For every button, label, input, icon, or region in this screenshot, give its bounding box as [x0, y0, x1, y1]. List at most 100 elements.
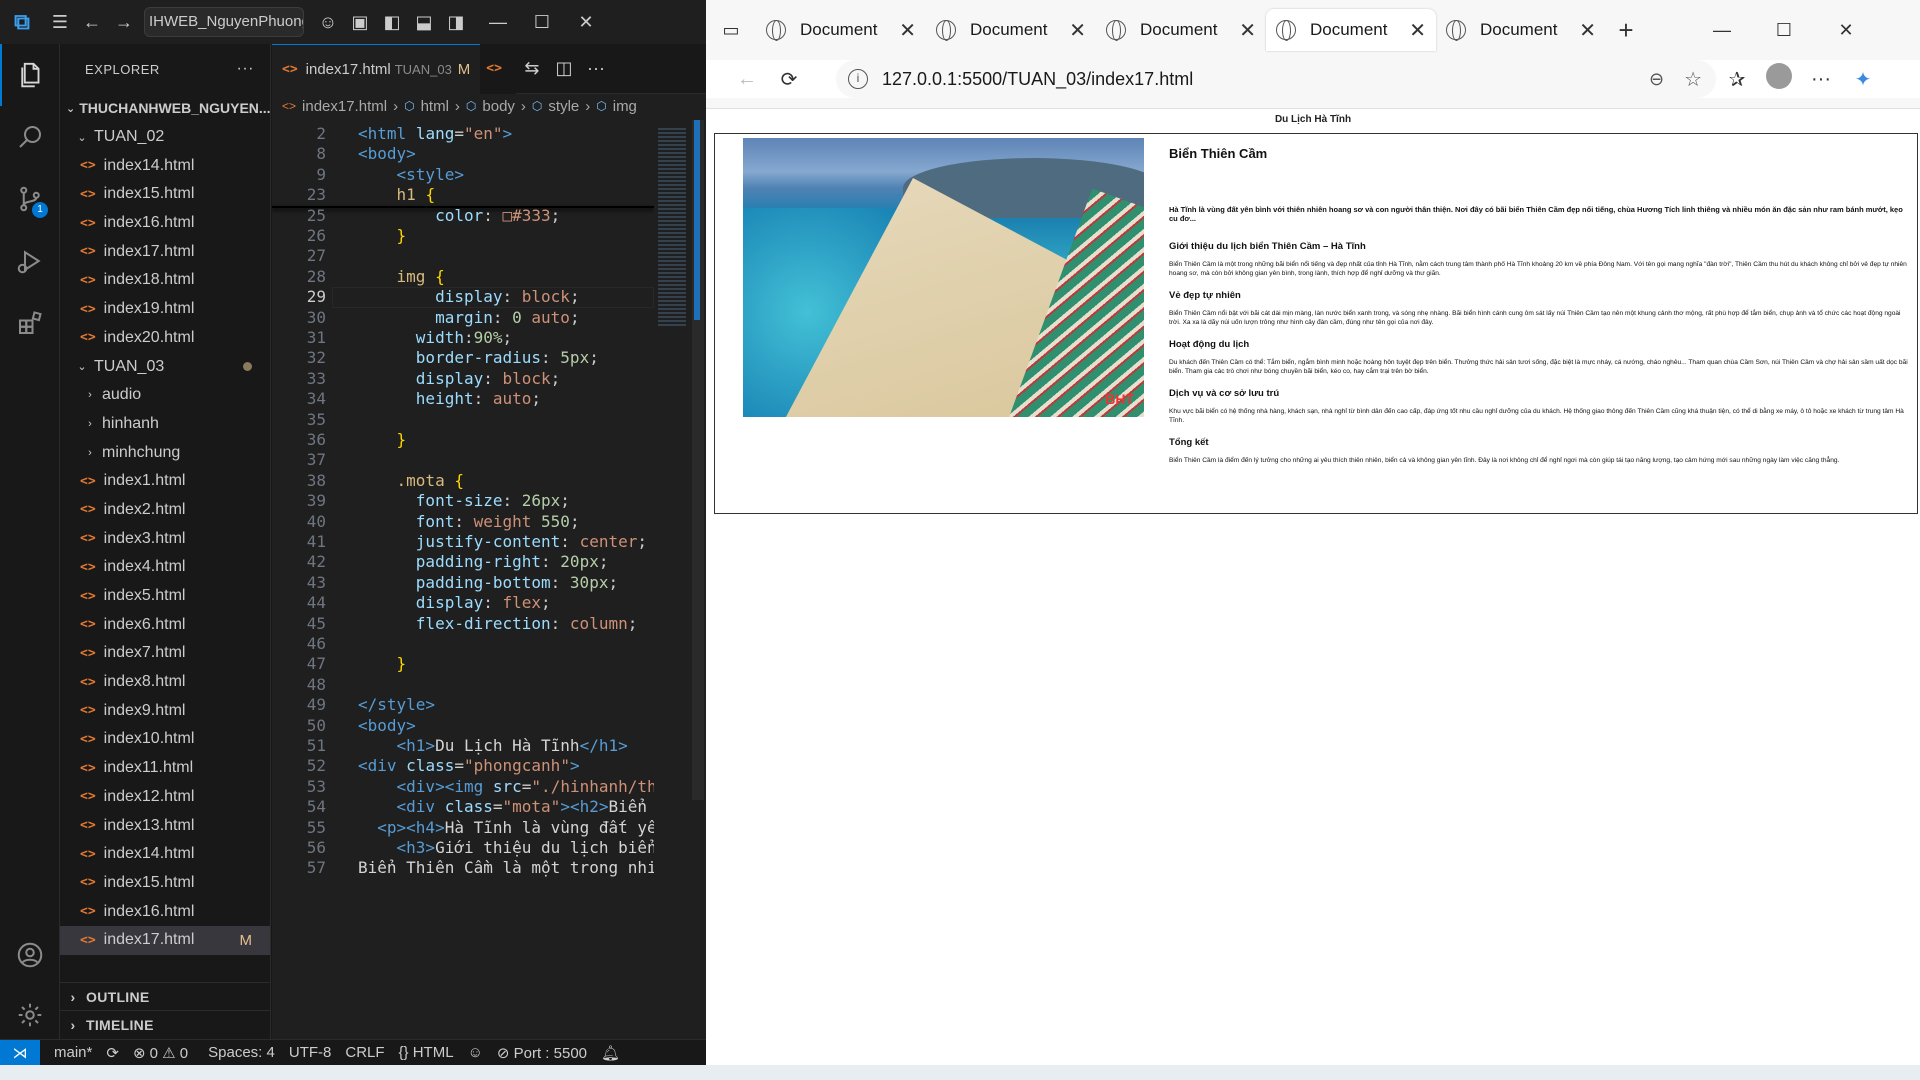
- settings-more-icon[interactable]: ···: [1800, 68, 1842, 91]
- tree-file[interactable]: <> index9.html: [60, 696, 270, 725]
- live-server-port[interactable]: ⊘ Port : 5500: [497, 1044, 587, 1062]
- code-line[interactable]: display: flex;: [358, 593, 551, 612]
- code-line[interactable]: color: □#333;: [358, 206, 560, 225]
- favorites-icon[interactable]: ✰: [1716, 67, 1758, 92]
- tab-actions-icon[interactable]: ▭: [706, 14, 756, 46]
- tree-file[interactable]: <> index1.html: [60, 467, 270, 496]
- tree-file[interactable]: <> index19.html: [60, 295, 270, 324]
- notifications-icon[interactable]: 🔔︎: [601, 1044, 620, 1062]
- code-line[interactable]: font-size: 26px;: [358, 491, 570, 510]
- command-center[interactable]: IHWEB_NguyenPhuong: [144, 7, 304, 37]
- explorer-icon[interactable]: [0, 44, 60, 106]
- indentation[interactable]: Spaces: 4: [208, 1044, 275, 1061]
- profile-avatar[interactable]: [1758, 63, 1800, 95]
- settings-gear-icon[interactable]: [0, 984, 60, 1046]
- tree-file[interactable]: <> index16.html: [60, 897, 270, 926]
- close-window-icon[interactable]: ✕: [570, 6, 602, 38]
- tree-folder[interactable]: ⌄ TUAN_02: [60, 123, 270, 152]
- tree-folder[interactable]: › minhchung: [60, 438, 270, 467]
- code-line[interactable]: <div class="mota"><h2>Biển: [358, 797, 647, 816]
- code-line[interactable]: border-radius: 5px;: [358, 348, 599, 367]
- sync-icon[interactable]: ⟳: [106, 1044, 119, 1062]
- code-line[interactable]: padding-right: 20px;: [358, 552, 609, 571]
- minimize-icon[interactable]: —: [1706, 14, 1738, 46]
- remote-indicator-icon[interactable]: ⋊: [0, 1039, 40, 1066]
- code-line[interactable]: flex-direction: column;: [358, 614, 638, 633]
- code-line[interactable]: display: block;: [358, 287, 580, 306]
- outline-section[interactable]: › OUTLINE: [60, 982, 271, 1010]
- code-line[interactable]: <h1>Du Lịch Hà Tĩnh</h1>: [358, 736, 628, 755]
- forward-arrow-icon[interactable]: →: [108, 6, 140, 38]
- code-line[interactable]: }: [358, 430, 407, 449]
- code-line[interactable]: <h3>Giới thiệu du lịch biển: [358, 838, 654, 857]
- tree-file[interactable]: <> index8.html: [60, 668, 270, 697]
- browser-tab[interactable]: Document ✕: [1436, 9, 1606, 51]
- sticky-code-line[interactable]: h1 {: [358, 185, 436, 204]
- sticky-code-line[interactable]: <style>: [358, 165, 464, 184]
- breadcrumb-item[interactable]: body: [482, 98, 515, 115]
- tree-file[interactable]: <> index3.html: [60, 524, 270, 553]
- browser-tab[interactable]: Document ✕: [1096, 9, 1266, 51]
- source-control-icon[interactable]: 1: [0, 168, 60, 230]
- browser-tab[interactable]: Document ✕: [1266, 9, 1436, 51]
- tree-file[interactable]: <> index15.html: [60, 180, 270, 209]
- editor-tab-overflow[interactable]: <>: [480, 43, 516, 94]
- tree-file[interactable]: <> index10.html: [60, 725, 270, 754]
- code-line[interactable]: justify-content: center;: [358, 532, 647, 551]
- code-line[interactable]: display: block;: [358, 369, 561, 388]
- code-line[interactable]: <body>: [358, 716, 416, 735]
- tree-file[interactable]: <> index11.html: [60, 754, 270, 783]
- code-line[interactable]: img {: [358, 267, 445, 286]
- back-icon[interactable]: ←: [726, 68, 768, 91]
- code-line[interactable]: </style>: [358, 695, 435, 714]
- code-editor[interactable]: 2 <html lang="en"> 8 <body> 9 <style> 23 h1 {…: [272, 120, 654, 1040]
- close-tab-icon[interactable]: ✕: [1239, 18, 1256, 43]
- zoom-icon[interactable]: ⊖: [1649, 69, 1664, 90]
- menu-icon[interactable]: ☰: [44, 6, 76, 38]
- tree-file[interactable]: <> index7.html: [60, 639, 270, 668]
- close-tab-icon[interactable]: ✕: [1069, 18, 1086, 43]
- code-line[interactable]: <div class="phongcanh">: [358, 756, 580, 775]
- code-line[interactable]: Biển Thiên Cầm là một trong nhi: [358, 858, 654, 877]
- tree-file[interactable]: <> index6.html: [60, 610, 270, 639]
- browser-tab[interactable]: Document ✕: [926, 9, 1096, 51]
- language-mode[interactable]: {} HTML: [399, 1044, 454, 1061]
- breadcrumb-item[interactable]: index17.html: [302, 98, 387, 115]
- minimize-icon[interactable]: —: [482, 6, 514, 38]
- open-changes-icon[interactable]: ⇆: [516, 53, 548, 85]
- accounts-icon[interactable]: [0, 924, 60, 986]
- code-line[interactable]: width:90%;: [358, 328, 512, 347]
- refresh-icon[interactable]: ⟳: [768, 67, 810, 92]
- code-line[interactable]: padding-bottom: 30px;: [358, 573, 618, 592]
- timeline-section[interactable]: › TIMELINE: [60, 1010, 271, 1038]
- tree-file[interactable]: <> index18.html: [60, 266, 270, 295]
- close-tab-icon[interactable]: ✕: [899, 18, 916, 43]
- copilot-status-icon[interactable]: ☺: [468, 1044, 483, 1061]
- close-tab-icon[interactable]: ✕: [1409, 18, 1426, 43]
- sticky-code-line[interactable]: <html lang="en">: [358, 124, 512, 143]
- favorite-star-icon[interactable]: ☆: [1684, 67, 1702, 92]
- tree-file[interactable]: <> index17.html: [60, 237, 270, 266]
- search-icon[interactable]: [0, 106, 60, 168]
- code-line[interactable]: margin: 0 auto;: [358, 308, 580, 327]
- tree-folder[interactable]: ⌄ TUAN_03: [60, 352, 270, 381]
- tree-file[interactable]: <> index20.html: [60, 324, 270, 353]
- tree-file[interactable]: <> index15.html: [60, 869, 270, 898]
- git-branch[interactable]: main*: [54, 1044, 92, 1061]
- code-line[interactable]: <p><h4>Hà Tĩnh là vùng đất yê: [358, 818, 654, 837]
- more-actions-icon[interactable]: ···: [580, 53, 612, 85]
- tree-file[interactable]: <> index2.html: [60, 496, 270, 525]
- sticky-code-line[interactable]: <body>: [358, 144, 416, 163]
- run-debug-icon[interactable]: [0, 230, 60, 292]
- new-tab-icon[interactable]: +: [1606, 14, 1646, 46]
- tree-file[interactable]: <> index16.html: [60, 209, 270, 238]
- encoding[interactable]: UTF-8: [289, 1044, 332, 1061]
- site-info-icon[interactable]: i: [848, 69, 868, 89]
- tree-file[interactable]: <> index12.html: [60, 783, 270, 812]
- tree-folder[interactable]: › hinhanh: [60, 410, 270, 439]
- code-line[interactable]: }: [358, 226, 407, 245]
- tree-file[interactable]: <> index4.html: [60, 553, 270, 582]
- root-folder[interactable]: ⌄ THUCHANHWEB_NGUYEN...: [60, 94, 270, 123]
- tree-file[interactable]: <> index13.html: [60, 811, 270, 840]
- tree-file[interactable]: <> index14.html: [60, 151, 270, 180]
